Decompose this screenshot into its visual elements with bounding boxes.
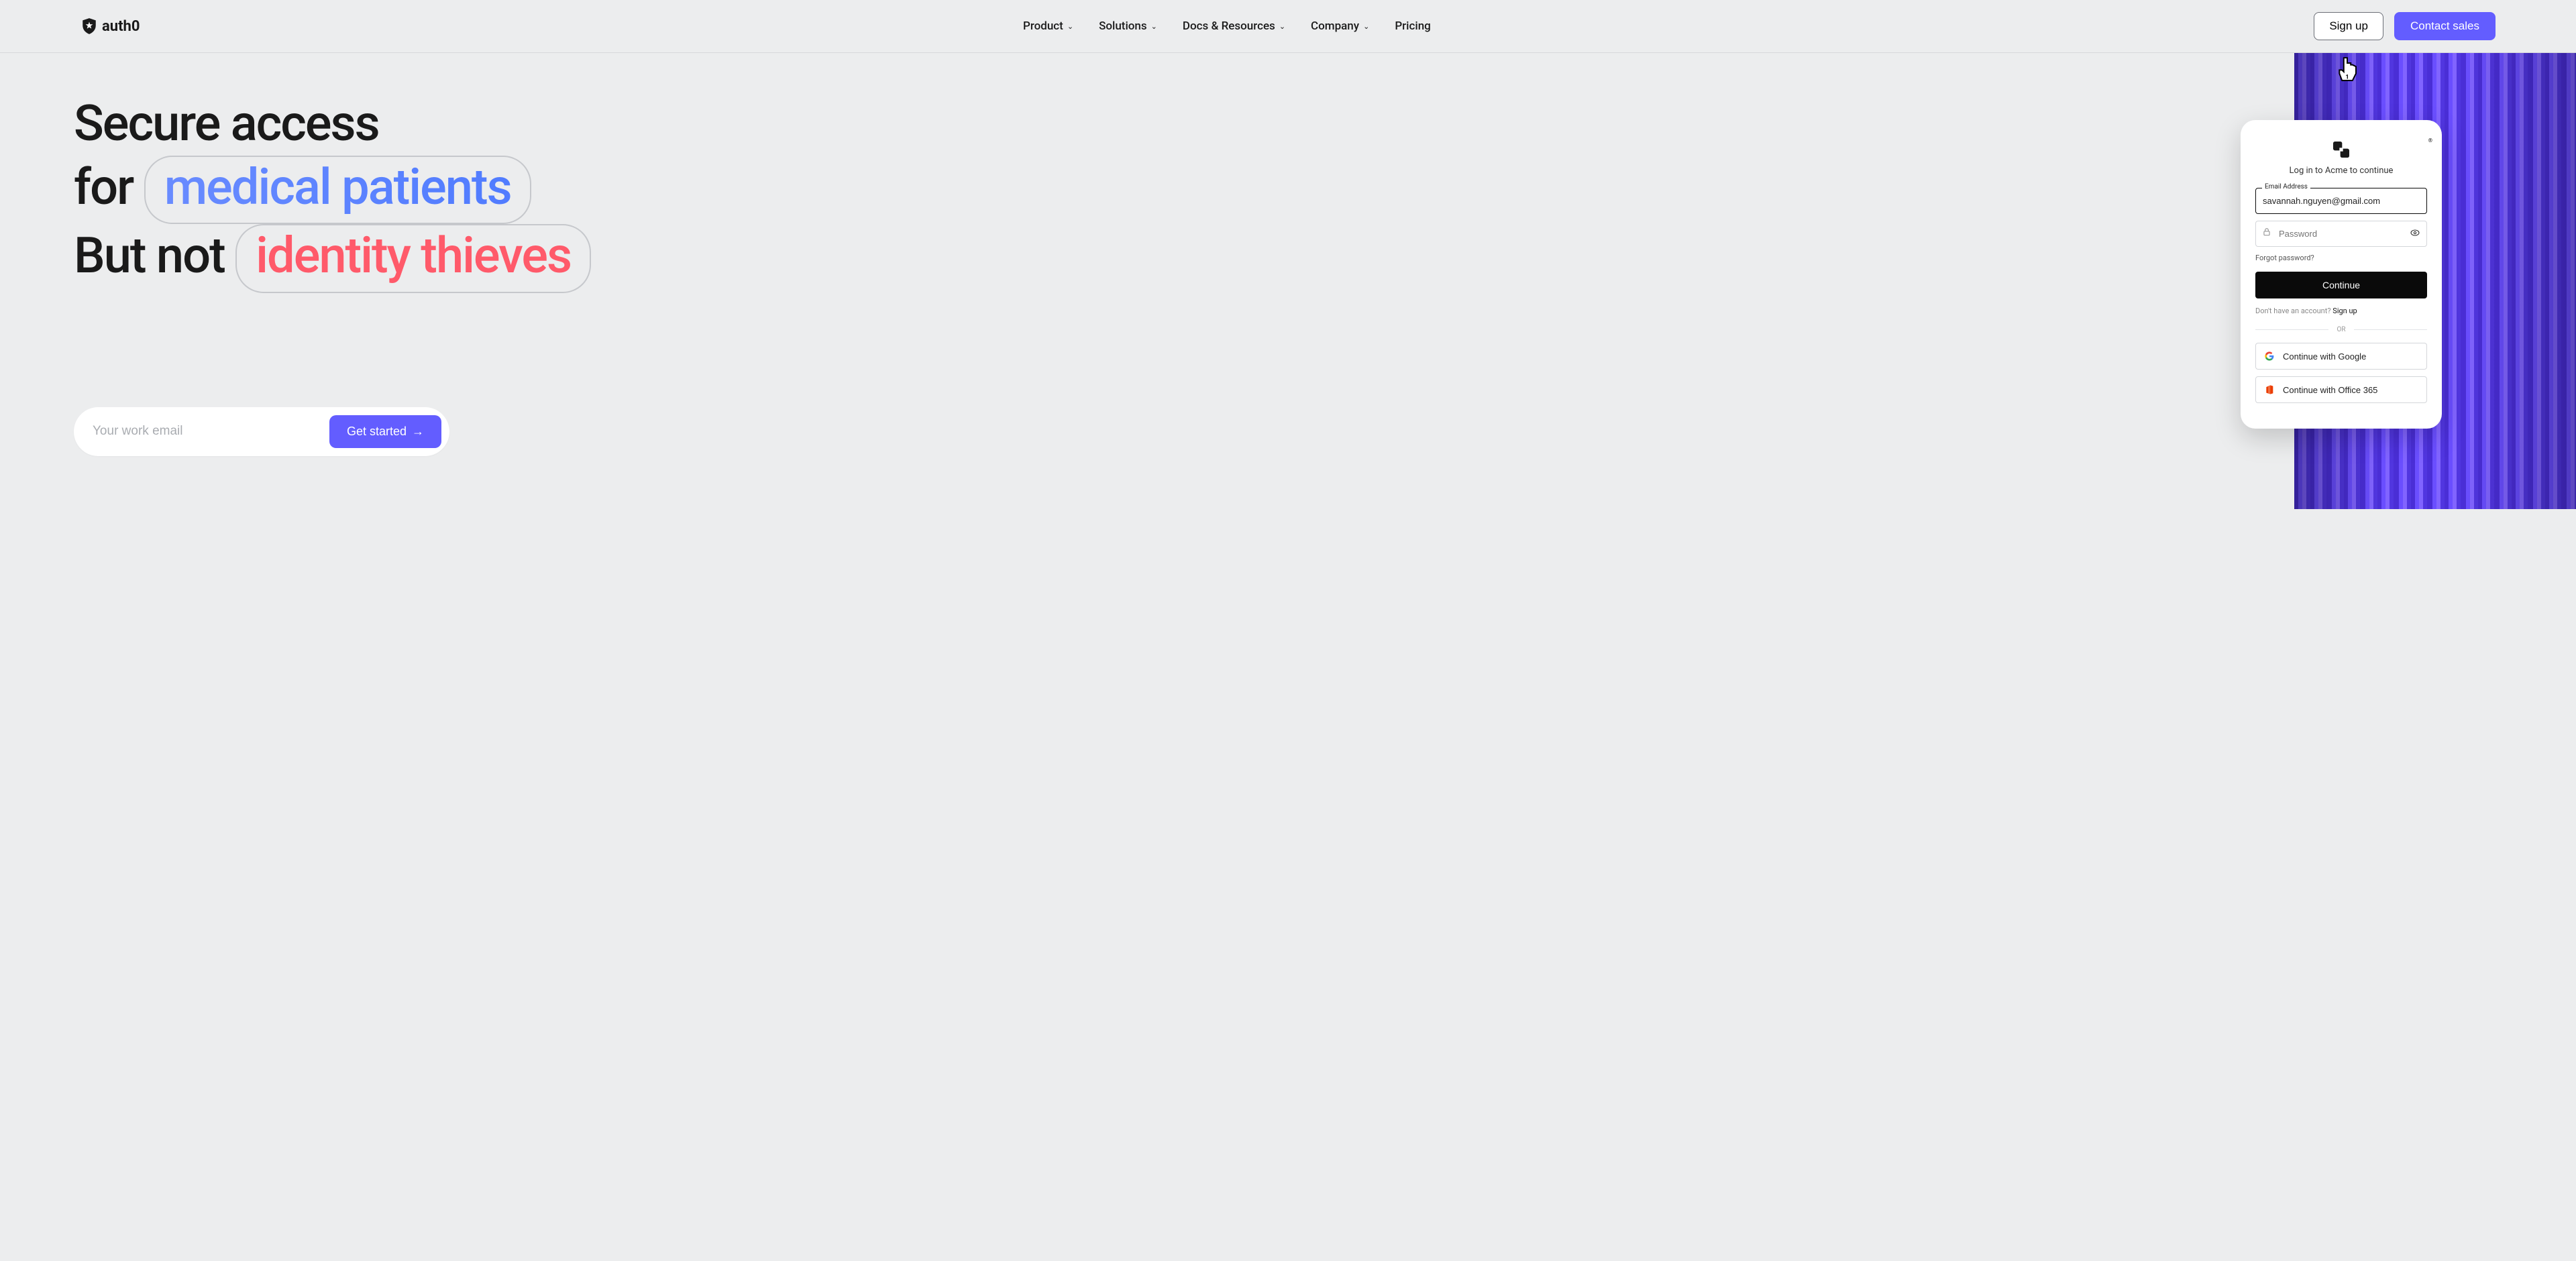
google-icon: [2264, 351, 2275, 362]
hero: Secure access for medical patients But n…: [0, 53, 2576, 509]
nav-pricing[interactable]: Pricing: [1395, 19, 1431, 33]
eye-icon[interactable]: [2410, 227, 2420, 241]
cursor-hand-icon: 1: [2333, 54, 2361, 89]
hero-line-3: But not identity thieves: [74, 224, 2576, 293]
hero-highlight-blue: medical patients: [144, 156, 531, 225]
chevron-down-icon: ⌄: [1363, 22, 1369, 31]
signup-link[interactable]: Sign up: [2332, 307, 2357, 315]
signup-button[interactable]: Sign up: [2314, 12, 2383, 40]
login-logo: ®: [2255, 139, 2427, 160]
brand-logo[interactable]: auth0: [80, 17, 140, 35]
office-icon: [2264, 384, 2275, 395]
work-email-input[interactable]: [93, 424, 329, 439]
password-field[interactable]: [2255, 221, 2427, 247]
main-nav: Product ⌄ Solutions ⌄ Docs & Resources ⌄…: [1023, 19, 1431, 33]
chevron-down-icon: ⌄: [1279, 22, 1285, 31]
email-capture-form: Get started →: [74, 407, 449, 456]
hero-title: Secure access for medical patients But n…: [74, 93, 2576, 293]
brand-name: auth0: [102, 18, 140, 35]
auth0-shield-icon: [80, 17, 98, 35]
arrow-right-icon: →: [412, 425, 424, 439]
google-login-button[interactable]: Continue with Google: [2255, 343, 2427, 370]
header: auth0 Product ⌄ Solutions ⌄ Docs & Resou…: [0, 0, 2576, 53]
hero-line-1: Secure access: [74, 93, 2576, 156]
divider-or: OR: [2255, 326, 2427, 333]
email-field[interactable]: [2255, 188, 2427, 214]
hero-highlight-red: identity thieves: [235, 224, 591, 293]
login-subtitle: Log in to Acme to continue: [2255, 166, 2427, 176]
nav-company[interactable]: Company ⌄: [1311, 19, 1369, 33]
continue-button[interactable]: Continue: [2255, 272, 2427, 298]
svg-text:1: 1: [2345, 74, 2349, 80]
password-field-wrap: [2255, 221, 2427, 247]
header-cta-group: Sign up Contact sales: [2314, 12, 2496, 40]
nav-docs[interactable]: Docs & Resources ⌄: [1183, 19, 1285, 33]
email-label: Email Address: [2262, 183, 2310, 190]
hero-line-2: for medical patients: [74, 156, 2576, 225]
email-field-wrap: Email Address: [2255, 188, 2427, 214]
contact-sales-button[interactable]: Contact sales: [2394, 12, 2496, 40]
signup-line: Don't have an account? Sign up: [2255, 307, 2427, 315]
registered-mark: ®: [2428, 138, 2432, 144]
forgot-password-link[interactable]: Forgot password?: [2255, 254, 2427, 262]
office365-login-button[interactable]: Continue with Office 365: [2255, 376, 2427, 403]
chevron-down-icon: ⌄: [1067, 22, 1073, 31]
get-started-button[interactable]: Get started →: [329, 415, 441, 448]
nav-solutions[interactable]: Solutions ⌄: [1099, 19, 1157, 33]
chevron-down-icon: ⌄: [1151, 22, 1157, 31]
login-card: ® Log in to Acme to continue Email Addre…: [2241, 120, 2442, 429]
lock-icon: [2262, 227, 2271, 239]
acme-logo-icon: [2330, 139, 2352, 160]
nav-product[interactable]: Product ⌄: [1023, 19, 1073, 33]
